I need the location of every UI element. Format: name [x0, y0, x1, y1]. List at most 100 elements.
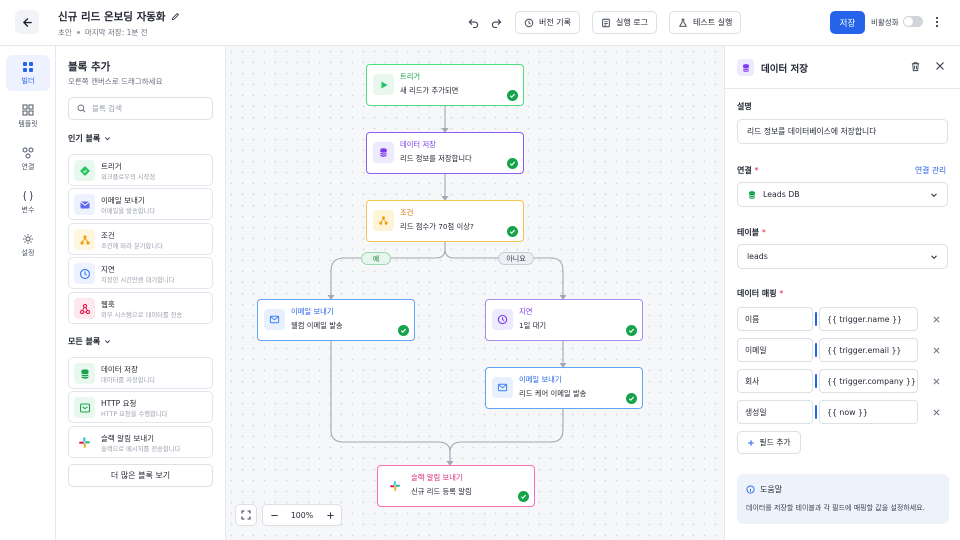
blocks-panel: 블록 추가 오른쪽 캔버스로 드래그하세요 블록 검색 인기 블록 트리거 워크…: [56, 46, 226, 540]
rail-item-settings[interactable]: 설정: [6, 227, 50, 263]
popular-blocks-heading[interactable]: 인기 블록: [68, 133, 111, 144]
node-save-data[interactable]: 데이터 저장 리드 정보를 저장합니다: [366, 132, 524, 174]
clock-icon: [492, 309, 513, 330]
mapping-row: 생성일 {{ now }}: [737, 400, 952, 424]
connection-select[interactable]: Leads DB: [737, 182, 948, 207]
branch-no-label: 아니요: [498, 252, 534, 265]
remove-mapping-button[interactable]: [931, 345, 941, 355]
trigger-block-icon: [74, 160, 95, 181]
mapping-value[interactable]: {{ trigger.email }}: [819, 338, 918, 362]
pencil-icon[interactable]: [171, 12, 180, 21]
add-field-button[interactable]: 필드 추가: [737, 431, 801, 454]
mapping-field[interactable]: 이메일: [737, 338, 813, 362]
remove-mapping-button[interactable]: [931, 407, 941, 417]
http-icon: [74, 397, 95, 418]
node-desc: 1일 대기: [519, 321, 547, 330]
block-item-webhook[interactable]: 웹훅 외부 시스템으로 데이터를 전송: [68, 292, 213, 324]
back-button[interactable]: [15, 10, 39, 34]
table-select[interactable]: leads: [737, 244, 948, 269]
check-icon: [626, 393, 637, 404]
templates-icon: [22, 104, 34, 115]
remove-mapping-button[interactable]: [931, 314, 941, 324]
node-email-welcome[interactable]: 이메일 보내기 웰컴 이메일 발송: [257, 299, 415, 341]
workflow-canvas[interactable]: 예 아니요 트리거 새 리드가 추가되면 데이터 저장 리드 정보를 저장합니다…: [226, 46, 724, 540]
properties-header: 데이터 저장: [725, 46, 960, 89]
block-item-trigger[interactable]: 트리거 워크플로우의 시작점: [68, 154, 213, 186]
test-run-button[interactable]: 테스트 실행: [669, 11, 742, 34]
connection-value: Leads DB: [763, 190, 800, 199]
zoom-in-button[interactable]: [319, 505, 341, 525]
all-blocks-heading[interactable]: 모든 블록: [68, 336, 111, 347]
description-label: 설명: [737, 102, 752, 111]
node-title: 지연: [519, 307, 533, 316]
block-item-desc: HTTP 요청을 수행합니다: [101, 411, 168, 418]
undo-button[interactable]: [465, 14, 481, 30]
zoom-controls: 100%: [262, 504, 342, 526]
block-item-name: 조건: [101, 231, 115, 240]
block-item-email[interactable]: 이메일 보내기 이메일을 발송합니다: [68, 188, 213, 220]
rail-item-builder[interactable]: 빌더: [6, 55, 50, 91]
node-desc: 웰컴 이메일 발송: [291, 321, 343, 330]
node-title: 이메일 보내기: [291, 307, 334, 316]
chevron-down-icon: [931, 254, 937, 259]
search-icon: [77, 104, 86, 113]
node-email-care[interactable]: 이메일 보내기 리드 케어 이메일 발송: [485, 367, 643, 409]
mapping-value[interactable]: {{ now }}: [819, 400, 918, 424]
delete-block-button[interactable]: [910, 61, 922, 73]
fit-view-button[interactable]: [235, 504, 257, 526]
node-trigger[interactable]: 트리거 새 리드가 추가되면: [366, 64, 524, 106]
rail-item-variables[interactable]: 변수: [6, 184, 50, 220]
workflow-title-text[interactable]: 신규 리드 온보딩 자동화: [58, 9, 166, 24]
run-log-button[interactable]: 실행 로그: [592, 11, 657, 34]
test-run-label: 테스트 실행: [693, 18, 733, 27]
mapping-row: 회사 {{ trigger.company }}: [737, 369, 952, 393]
version-history-button[interactable]: 버전 기록: [515, 11, 580, 34]
fit-screen-icon: [241, 510, 251, 520]
remove-mapping-button[interactable]: [931, 376, 941, 386]
close-icon: [933, 347, 939, 353]
block-item-desc: 지정한 시간만큼 대기합니다: [101, 277, 175, 284]
version-history-label: 버전 기록: [539, 18, 571, 27]
play-icon: [373, 74, 394, 95]
webhook-icon: [74, 298, 95, 319]
node-slack[interactable]: 슬랙 알림 보내기 신규 리드 등록 알림: [377, 465, 535, 507]
node-delay[interactable]: 지연 1일 대기: [485, 299, 643, 341]
variables-icon: [23, 190, 33, 201]
manage-connections-link[interactable]: 연결 관리: [915, 165, 946, 176]
database-icon: [737, 59, 754, 76]
redo-button[interactable]: [488, 14, 504, 30]
active-toggle[interactable]: [903, 16, 923, 27]
mapping-field[interactable]: 생성일: [737, 400, 813, 424]
block-search-input[interactable]: 블록 검색: [68, 97, 213, 120]
block-item-slack[interactable]: 슬랙 알림 보내기 슬랙으로 메시지를 전송합니다: [68, 426, 213, 458]
mapping-field[interactable]: 이름: [737, 307, 813, 331]
flask-icon: [679, 18, 687, 27]
mapping-field[interactable]: 회사: [737, 369, 813, 393]
node-condition[interactable]: 조건 리드 점수가 70점 이상?: [366, 200, 524, 242]
zoom-out-button[interactable]: [263, 505, 285, 525]
properties-title: 데이터 저장: [761, 64, 809, 75]
more-blocks-button[interactable]: 더 많은 블록 보기: [68, 464, 213, 487]
popular-blocks-label: 인기 블록: [68, 134, 101, 143]
save-button[interactable]: 저장: [830, 11, 865, 34]
block-item-name: 데이터 저장: [101, 365, 138, 374]
rail-item-connections[interactable]: 연결: [6, 141, 50, 177]
close-panel-button[interactable]: [935, 61, 947, 73]
data-mapping-label: 데이터 매핑 *: [737, 289, 784, 298]
block-item-condition[interactable]: 조건 조건에 따라 분기합니다: [68, 223, 213, 255]
trash-icon: [911, 62, 920, 72]
description-field[interactable]: 리드 정보를 데이터베이스에 저장합니다: [737, 119, 948, 144]
block-item-http[interactable]: HTTP 요청 HTTP 요청을 수행합니다: [68, 391, 213, 423]
branch-yes-label: 예: [361, 252, 391, 265]
mapping-value[interactable]: {{ trigger.name }}: [819, 307, 918, 331]
more-menu-button[interactable]: [931, 14, 943, 30]
node-title: 데이터 저장: [400, 140, 436, 149]
check-icon: [507, 158, 518, 169]
blocks-panel-subtitle: 오른쪽 캔버스로 드래그하세요: [68, 77, 163, 86]
mapping-value[interactable]: {{ trigger.company }}: [819, 369, 918, 393]
rail-item-templates[interactable]: 템플릿: [6, 98, 50, 134]
block-item-delay[interactable]: 지연 지정한 시간만큼 대기합니다: [68, 257, 213, 289]
slack-icon: [74, 432, 95, 453]
block-item-save-data[interactable]: 데이터 저장 데이터를 저장합니다: [68, 357, 213, 389]
edge-email1-slack: [330, 341, 451, 464]
